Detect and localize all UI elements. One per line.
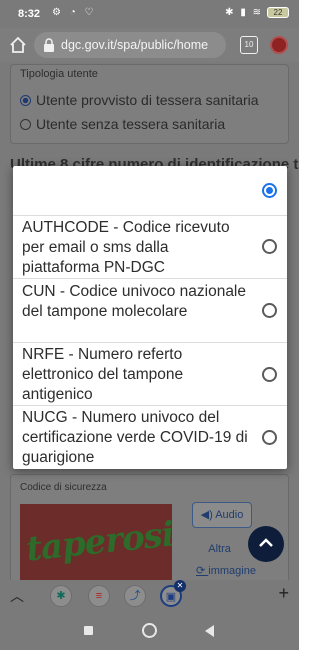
dialog-option-nrfe[interactable]: NRFE - Numero referto elettronico del ta… [13, 343, 287, 406]
radio-icon [262, 303, 277, 318]
dialog-option-nucg[interactable]: NUCG - Numero univoco del certificazione… [13, 406, 287, 469]
system-icons: ✱ ▮ ≋ 22 [225, 7, 289, 18]
radio-icon [262, 430, 277, 445]
home-nav-icon[interactable] [142, 623, 157, 638]
option-label: AUTHCODE - Codice ricevuto per email o s… [22, 219, 230, 276]
dialog-option-empty[interactable] [13, 166, 287, 216]
option-label: NUCG - Numero univoco del certificazione… [22, 409, 248, 466]
security-code-label: Codice di sicurezza [20, 482, 107, 493]
browser-toolbar: dgc.gov.it/spa/public/home 10 [0, 28, 299, 62]
radio-label-with-card: Utente provvisto di tessera sanitaria [36, 92, 259, 108]
notification-icons: ⚙ ◔ ♡ [52, 7, 97, 18]
app-shortcut-2-icon[interactable]: ≡ [88, 585, 110, 607]
audio-label: Audio [215, 509, 244, 521]
speaker-icon: ◀) [200, 509, 216, 521]
home-icon[interactable] [8, 35, 28, 55]
back-icon[interactable] [205, 625, 214, 637]
radio-label-without-card: Utente senza tessera sanitaria [36, 116, 226, 132]
option-label: NRFE - Numero referto elettronico del ta… [22, 346, 184, 403]
radio-icon [262, 239, 277, 254]
recents-icon[interactable] [84, 626, 93, 635]
audio-button[interactable]: ◀) Audio [192, 502, 252, 528]
user-type-label: Tipologia utente [20, 68, 98, 80]
refresh-icon: ⟳ [196, 565, 209, 577]
status-bar: 8:32 ⚙ ◔ ♡ ✱ ▮ ≋ 22 [0, 0, 299, 28]
close-icon[interactable]: ✕ [174, 580, 186, 592]
dialog-option-cun[interactable]: CUN - Codice univoco nazionale del tampo… [13, 279, 287, 343]
radio-without-card[interactable]: Utente senza tessera sanitaria [20, 116, 225, 132]
chevron-up-icon[interactable]: ︿ [10, 586, 24, 606]
radio-icon [20, 119, 31, 130]
extension-icon[interactable] [270, 36, 288, 54]
plus-icon[interactable]: + [278, 583, 289, 604]
select-dialog: AUTHCODE - Codice ricevuto per email o s… [13, 166, 287, 469]
radio-with-card[interactable]: Utente provvisto di tessera sanitaria [20, 92, 259, 108]
radio-selected-icon [20, 95, 31, 106]
system-nav-bar [0, 610, 299, 650]
arrow-up-icon [259, 538, 273, 547]
lock-icon [44, 38, 54, 52]
dialog-option-authcode[interactable]: AUTHCODE - Codice ricevuto per email o s… [13, 216, 287, 279]
captcha-image: taperosi [20, 504, 172, 580]
captcha-text: taperosi [24, 514, 172, 570]
battery-icon: 22 [267, 7, 289, 18]
app-shortcut-1-icon[interactable]: ✱ [50, 585, 72, 607]
option-label: CUN - Codice univoco nazionale del tampo… [22, 283, 247, 320]
scroll-top-button[interactable] [248, 526, 284, 562]
other-image-link[interactable]: ⟳ Altra immagine [196, 538, 256, 580]
address-bar[interactable]: dgc.gov.it/spa/public/home [34, 32, 226, 58]
radio-selected-icon [262, 183, 277, 198]
url-text: dgc.gov.it/spa/public/home [61, 38, 209, 52]
status-time: 8:32 [18, 8, 41, 20]
radio-icon [262, 367, 277, 382]
tabs-count-icon[interactable]: 10 [240, 36, 258, 54]
other-image-label: Altra immagine [208, 543, 256, 577]
connectivity-icons: ✱ ▮ ≋ [225, 7, 263, 18]
browser-bottom-toolbar: ︿ ✱ ≡ ⤴ ▣ ✕ + [0, 580, 299, 610]
app-shortcut-3-icon[interactable]: ⤴ [124, 585, 146, 607]
